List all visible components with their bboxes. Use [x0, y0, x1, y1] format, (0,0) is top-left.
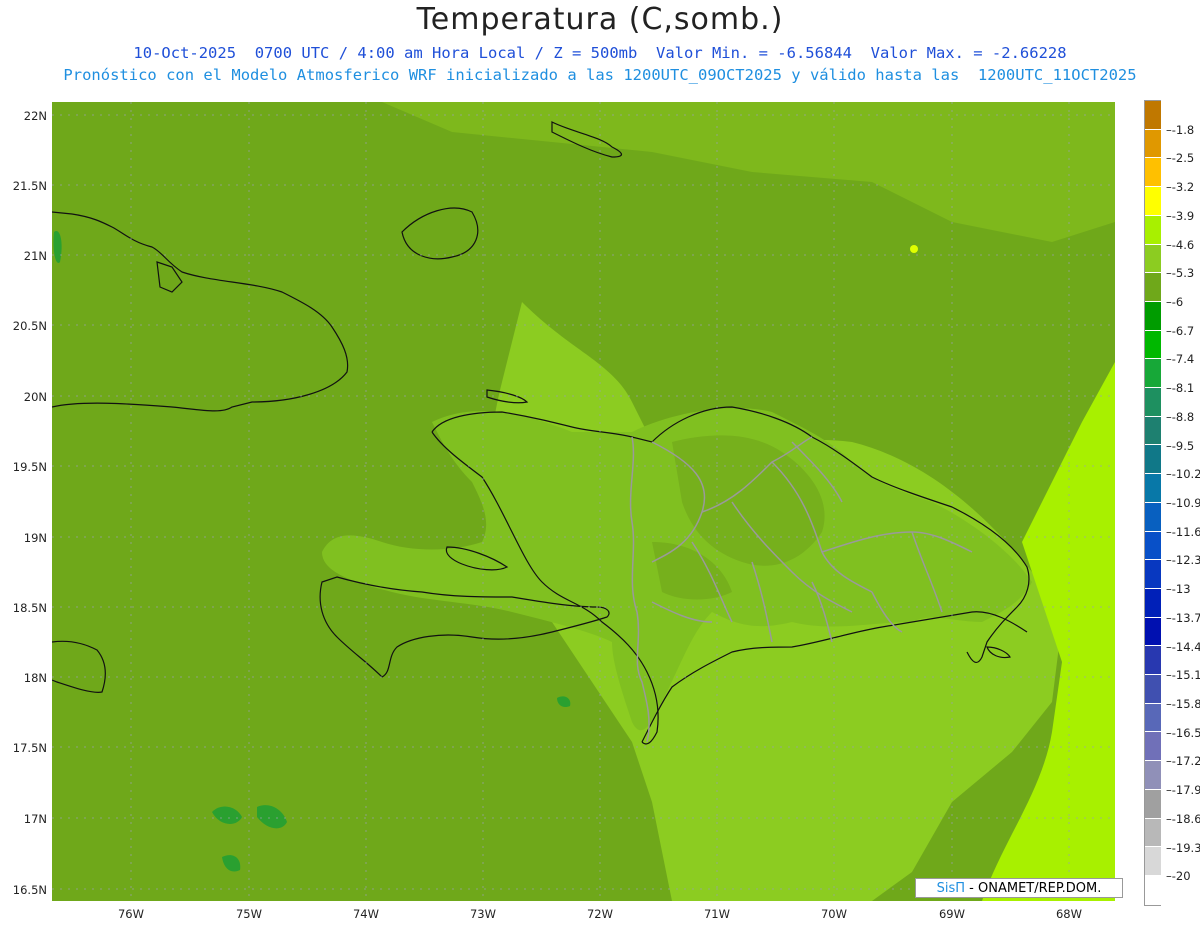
lon-tick-label: 75W: [235, 907, 263, 921]
colorbar-label: –-5.3: [1166, 266, 1195, 281]
contour-fill-map: [52, 102, 1115, 901]
colorbar-swatch: [1145, 646, 1161, 676]
colorbar-swatch: [1145, 474, 1161, 503]
lat-tick-label: 17.5N: [12, 741, 47, 755]
credit-org: ONAMET/REP.DOM.: [978, 881, 1102, 896]
temperature-map: [52, 102, 1115, 901]
colorbar-label: –-3.9: [1166, 208, 1195, 223]
colorbar-swatch: [1145, 388, 1161, 417]
lon-tick-label: 76W: [117, 907, 145, 921]
colorbar-label: –-17.9: [1166, 783, 1200, 798]
colorbar-label: –-11.6: [1166, 524, 1200, 539]
lat-tick-label: 20N: [23, 390, 47, 404]
colorbar-swatch: [1145, 818, 1161, 848]
lon-tick-label: 73W: [469, 907, 497, 921]
colorbar-swatch: [1145, 273, 1161, 302]
colorbar-swatch: [1145, 732, 1161, 762]
colorbar-swatch: [1145, 359, 1161, 389]
colorbar-label: –-10.2: [1166, 467, 1200, 482]
colorbar-label: –-14.4: [1166, 639, 1200, 654]
colorbar-swatch: [1145, 675, 1161, 704]
colorbar: [1145, 101, 1161, 905]
colorbar-label: –-6.7: [1166, 323, 1195, 338]
colorbar-label: –-6: [1166, 295, 1184, 309]
colorbar-swatch: [1145, 416, 1161, 446]
credit-separator: -: [965, 881, 978, 896]
colorbar-swatch: [1145, 502, 1161, 532]
colorbar-swatch: [1145, 101, 1161, 130]
forecast-time-subtitle: 10-Oct-2025 0700 UTC / 4:00 am Hora Loca…: [133, 44, 1067, 62]
colorbar-swatch: [1145, 560, 1161, 589]
colorbar-swatch: [1145, 215, 1161, 245]
colorbar-label: –-8.1: [1166, 381, 1195, 396]
colorbar-label: –-7.4: [1166, 352, 1195, 367]
colorbar-swatch: [1145, 588, 1161, 618]
colorbar-swatch: [1145, 789, 1161, 819]
lon-tick-label: 71W: [703, 907, 731, 921]
lon-tick-label: 70W: [820, 907, 848, 921]
colorbar-label: –-1.8: [1166, 122, 1195, 137]
credit-box: SisΠ - ONAMET/REP.DOM.: [915, 878, 1123, 898]
colorbar-label: –-13: [1166, 582, 1191, 597]
chart-title: Temperatura (C,somb.): [416, 2, 784, 37]
lat-tick-label: 20.5N: [12, 319, 47, 333]
colorbar-label: –-4.6: [1166, 237, 1195, 252]
colorbar-label: –-8.8: [1166, 409, 1195, 424]
colorbar-label: –-18.6: [1166, 811, 1200, 826]
colorbar-label: –-16.5: [1166, 725, 1200, 740]
model-info-subtitle: Pronóstico con el Modelo Atmosferico WRF…: [63, 66, 1137, 84]
colorbar-label: –-20: [1166, 869, 1191, 884]
colorbar-swatch: [1145, 617, 1161, 647]
lat-tick-label: 21.5N: [12, 179, 47, 193]
colorbar-label: –-3.2: [1166, 180, 1195, 195]
colorbar-label: –-17.2: [1166, 754, 1200, 769]
colorbar-label: –-2.5: [1166, 151, 1195, 166]
lat-tick-label: 18N: [23, 671, 47, 685]
colorbar-label: –-15.8: [1166, 697, 1200, 711]
colorbar-swatch: [1145, 847, 1161, 876]
lat-tick-label: 19N: [23, 531, 47, 545]
lat-tick-label: 17N: [23, 812, 47, 826]
colorbar-swatch: [1145, 301, 1161, 331]
lat-tick-label: 16.5N: [12, 883, 47, 897]
colorbar-swatch: [1145, 187, 1161, 216]
lon-tick-label: 74W: [352, 907, 380, 921]
colorbar-swatch: [1145, 531, 1161, 561]
colorbar-swatch: [1145, 703, 1161, 733]
lat-tick-label: 21N: [23, 249, 47, 263]
lon-tick-label: 68W: [1055, 907, 1083, 921]
colorbar-swatch: [1145, 129, 1161, 159]
lat-tick-label: 22N: [23, 109, 47, 123]
lon-tick-label: 69W: [938, 907, 966, 921]
colorbar-label: –-9.5: [1166, 438, 1195, 453]
warm-spot: [910, 245, 918, 253]
sispi-logo: SisΠ: [936, 881, 966, 896]
colorbar-label: –-13.7: [1166, 610, 1200, 625]
colorbar-swatch: [1145, 761, 1161, 790]
colorbar-swatch: [1145, 445, 1161, 475]
lat-tick-label: 18.5N: [12, 601, 47, 615]
colorbar-label: –-12.3: [1166, 553, 1200, 568]
lon-tick-label: 72W: [586, 907, 614, 921]
colorbar-label: –-10.9: [1166, 496, 1200, 510]
colorbar-swatch: [1145, 158, 1161, 188]
colorbar-label: –-15.1: [1166, 668, 1200, 683]
colorbar-label: –-19.3: [1166, 840, 1200, 855]
colorbar-swatch: [1145, 330, 1161, 360]
colorbar-swatch: [1145, 875, 1161, 905]
colorbar-swatch: [1145, 244, 1161, 274]
lat-tick-label: 19.5N: [12, 460, 47, 474]
